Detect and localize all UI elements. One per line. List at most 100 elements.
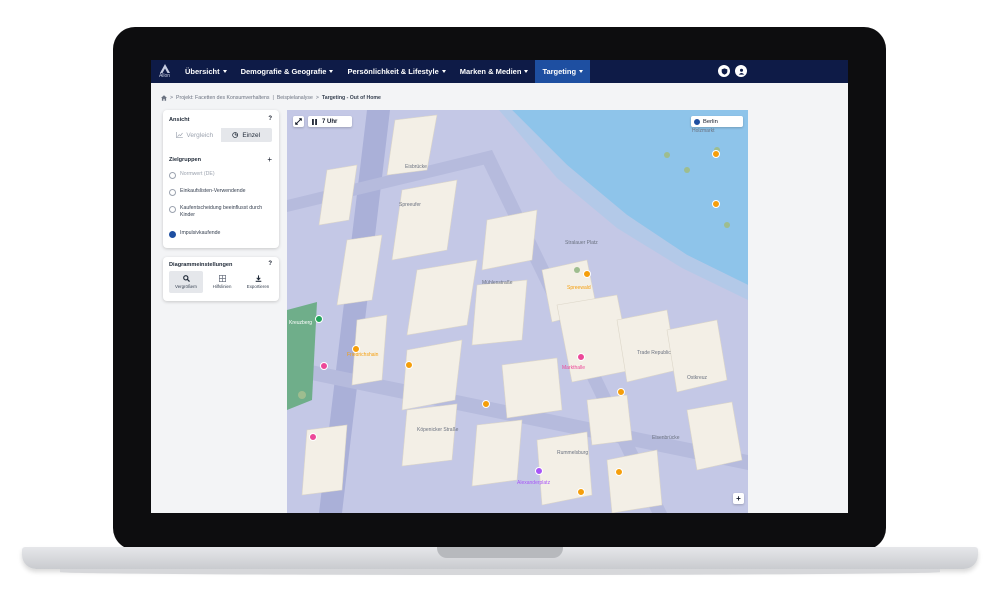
food-poi-icon[interactable] [405, 361, 413, 369]
nav-item-label: Targeting [542, 67, 577, 76]
food-poi-icon[interactable] [482, 400, 490, 408]
download-icon [255, 275, 261, 282]
export-label: Exportieren [246, 284, 270, 289]
diagramm-panel: Diagrammeinstellungen ? Vergrößern Hilfs… [163, 257, 279, 301]
nav-item-targeting[interactable]: Targeting [535, 60, 591, 83]
zielgruppe-option[interactable]: Einkaufslisten-Verwendende [169, 188, 273, 196]
time-control[interactable]: 7 Uhr [308, 116, 352, 127]
chevron-down-icon [441, 70, 446, 73]
time-label: 7 Uhr [322, 118, 338, 125]
chevron-down-icon [329, 70, 334, 73]
map-canvas [287, 110, 748, 513]
radio-button [169, 206, 176, 213]
breadcrumb-separator: | [272, 95, 274, 101]
shop-poi-icon[interactable] [309, 433, 317, 441]
grid-label: Hilfslinien [212, 284, 232, 289]
food-poi-icon[interactable] [577, 488, 585, 496]
map-label: Alexanderplatz [517, 480, 551, 486]
map-label: Köpenicker Straße [417, 427, 459, 433]
breadcrumb-separator: > [315, 95, 319, 101]
food-poi-icon[interactable] [583, 270, 591, 278]
nav-item-label: Marken & Medien [459, 67, 522, 76]
chevron-down-icon [222, 70, 227, 73]
map-label: Rummelsburg [557, 450, 589, 456]
zielgruppe-option[interactable]: Impulsivkaufende [169, 230, 273, 238]
logo-text: Allon [158, 73, 171, 79]
map-label: Spreewald [567, 285, 591, 291]
toggle-vergleich[interactable]: Vergleich [169, 128, 221, 142]
grid-button[interactable]: Hilfslinien [205, 271, 239, 293]
toggle-einzel-label: Einzel [242, 131, 261, 139]
map-label: Holzmarkt [692, 128, 715, 134]
map-label: Stralauer Platz [565, 240, 598, 246]
app-screen: Allon Übersicht Demografie & Geografie P… [151, 60, 848, 513]
breadcrumb-separator: > [170, 95, 174, 101]
zielgruppe-option[interactable]: Normwert (DE) [169, 171, 273, 179]
diagramm-title: Diagrammeinstellungen [169, 262, 233, 268]
home-icon[interactable] [161, 95, 167, 101]
park-poi-icon[interactable] [315, 315, 323, 323]
toggle-einzel[interactable]: Einzel [220, 128, 272, 142]
ansicht-panel: Ansicht ? Vergleich Einzel Zielgruppen +… [163, 110, 279, 248]
map-label: Markthalle [562, 365, 586, 371]
map-view[interactable]: Eisbrücke Spreeufer Stralauer Platz Mühl… [287, 110, 748, 513]
city-label: Berlin [703, 118, 718, 125]
food-poi-icon[interactable] [352, 345, 360, 353]
chevron-down-icon [524, 70, 529, 73]
nav-item-uebersicht[interactable]: Übersicht [178, 60, 234, 83]
zielgruppe-label: Kaufentscheidung beeinflusst durch Kinde… [180, 205, 263, 218]
food-poi-icon[interactable] [712, 150, 720, 158]
nav-item-persoenlichkeit[interactable]: Persönlichkeit & Lifestyle [340, 60, 452, 83]
add-zielgruppe-button[interactable]: + [267, 155, 272, 164]
nav-item-label: Übersicht [185, 67, 220, 76]
breadcrumb-item-current: Targeting - Out of Home [321, 95, 381, 101]
map-label: Kreuzberg [289, 320, 313, 326]
expand-icon [295, 118, 302, 125]
zoom-icon [182, 275, 190, 282]
nav-item-label: Demografie & Geografie [240, 67, 327, 76]
hotel-poi-icon[interactable] [535, 467, 543, 475]
ansicht-title: Ansicht [169, 117, 190, 123]
zoom-label: Vergrößern [175, 284, 197, 289]
food-poi-icon[interactable] [617, 388, 625, 396]
radio-button [169, 189, 176, 196]
logo-icon [159, 64, 170, 73]
map-label: Eisbrücke [405, 164, 427, 170]
shield-icon[interactable] [718, 65, 730, 77]
diagramm-tools: Vergrößern Hilfslinien Exportieren [169, 271, 275, 293]
toggle-vergleich-label: Vergleich [186, 131, 214, 139]
radio-button [169, 172, 176, 179]
map-label: Trade Republic [637, 350, 671, 356]
map-label: Mühlenstraße [482, 280, 513, 286]
zielgruppe-label: Normwert (DE) [180, 171, 215, 177]
pause-icon[interactable] [312, 118, 317, 125]
map-label: Ostkreuz [687, 375, 708, 381]
breadcrumb-item-project[interactable]: Projekt: Facetten des Konsumverhaltens [176, 95, 269, 101]
breadcrumb-item-analysis[interactable]: Beispielanalyse [277, 95, 313, 101]
app-logo[interactable]: Allon [151, 60, 178, 83]
export-button[interactable]: Exportieren [241, 271, 275, 293]
laptop-shadow [60, 569, 940, 575]
zoom-in-button[interactable]: + [733, 493, 744, 504]
grid-icon [218, 275, 226, 282]
zielgruppe-option[interactable]: Kaufentscheidung beeinflusst durch Kinde… [169, 205, 273, 219]
nav-item-demografie[interactable]: Demografie & Geografie [234, 60, 341, 83]
user-icon[interactable] [735, 65, 747, 77]
shop-poi-icon[interactable] [320, 362, 328, 370]
food-poi-icon[interactable] [712, 200, 720, 208]
nav-item-marken[interactable]: Marken & Medien [453, 60, 536, 83]
zielgruppe-label: Einkaufslisten-Verwendende [180, 188, 246, 194]
fullscreen-button[interactable] [293, 116, 304, 127]
zielgruppen-title: Zielgruppen [169, 157, 202, 163]
diagramm-help-button[interactable]: ? [268, 261, 272, 267]
chart-icon [176, 132, 184, 138]
ansicht-help-button[interactable]: ? [268, 116, 272, 122]
city-selector[interactable]: Berlin [691, 116, 743, 127]
nav-right-icons [718, 65, 747, 77]
culture-poi-icon[interactable] [577, 353, 585, 361]
pie-icon [232, 132, 239, 138]
check-icon [694, 119, 700, 125]
zoom-button[interactable]: Vergrößern [169, 271, 203, 293]
food-poi-icon[interactable] [615, 468, 623, 476]
top-navigation: Allon Übersicht Demografie & Geografie P… [151, 60, 848, 83]
